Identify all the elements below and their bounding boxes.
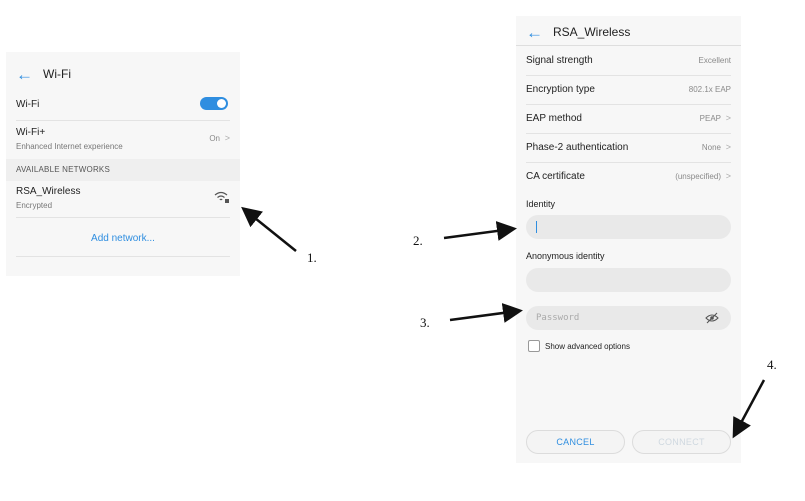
callout-2: 2. [413,233,423,248]
arrow-1 [241,206,297,252]
arrow-3 [449,303,523,323]
callout-4: 4. [767,357,777,372]
callout-1: 1. [307,250,317,265]
arrow-2 [443,221,517,241]
arrow-4 [732,379,766,439]
annotation-arrows [241,206,766,439]
callout-3: 3. [420,315,430,330]
